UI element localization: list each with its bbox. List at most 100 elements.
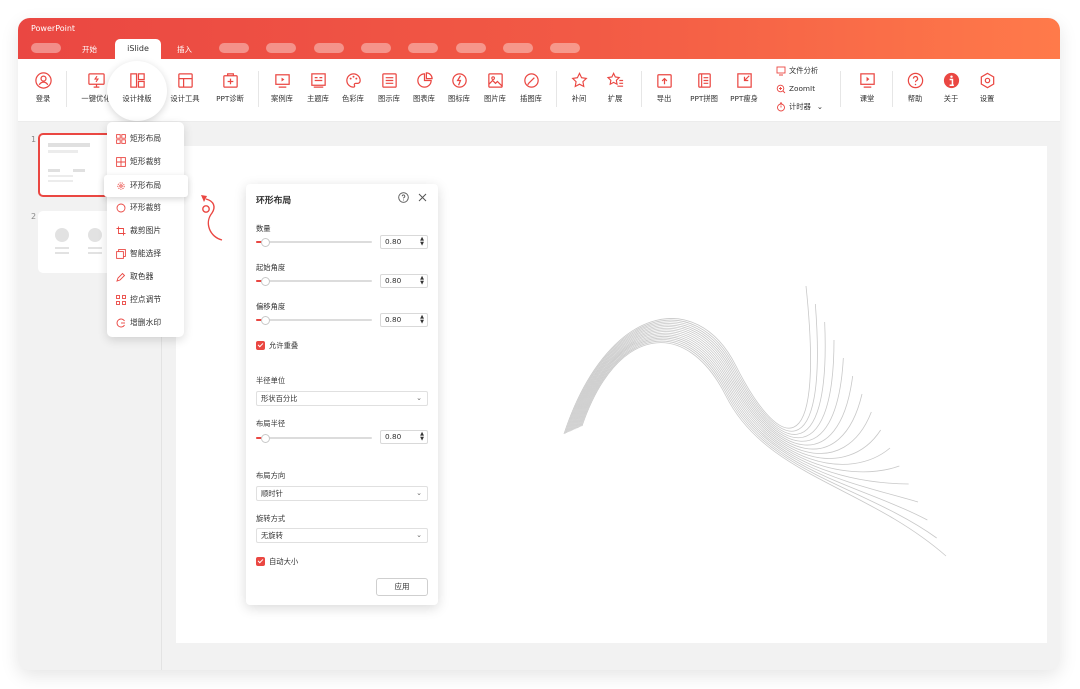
- tab-islide[interactable]: iSlide: [115, 39, 161, 59]
- chevron-down-icon: ⌄: [416, 531, 422, 539]
- user-icon: [34, 72, 52, 89]
- menu-item-smart-select[interactable]: 智能选择: [107, 243, 184, 265]
- diagram-icon: [381, 73, 397, 88]
- zoomit-button[interactable]: ZoomIt: [776, 84, 815, 94]
- menu-item-ring-layout[interactable]: 环形布局: [104, 175, 188, 197]
- bolt-circle-icon: [451, 73, 467, 88]
- slide-thumbnail-1[interactable]: [38, 133, 112, 197]
- stepper-icon[interactable]: ▲ ▼: [420, 432, 424, 442]
- offset-angle-value: 0.80: [385, 315, 402, 324]
- classroom-button[interactable]: 课堂: [846, 67, 888, 117]
- tab-placeholder-4[interactable]: [361, 43, 391, 53]
- start-angle-slider[interactable]: [256, 276, 372, 286]
- menu-item-label: 智能选择: [130, 249, 162, 258]
- rotation-value: 无旋转: [261, 531, 283, 540]
- eyedropper-icon: [116, 272, 126, 282]
- illustration-library-button[interactable]: 插图库: [510, 67, 552, 117]
- tab-file[interactable]: [31, 43, 61, 53]
- radius-unit-value: 形状百分比: [261, 394, 298, 403]
- menu-item-rect-crop[interactable]: 矩形裁剪: [107, 151, 184, 173]
- ppt-merge-button[interactable]: PPT拼图: [683, 67, 725, 117]
- direction-value: 顺时针: [261, 489, 283, 498]
- wave-line: [581, 342, 947, 557]
- layout-radius-input[interactable]: 0.80 ▲ ▼: [380, 430, 428, 444]
- count-slider-knob[interactable]: [260, 237, 270, 247]
- chevron-down-icon[interactable]: ⌄: [817, 102, 823, 111]
- offset-angle-slider-knob[interactable]: [260, 315, 270, 325]
- radius-unit-select[interactable]: 形状百分比 ⌄: [256, 391, 428, 406]
- menu-item-eyedropper[interactable]: 取色器: [107, 266, 184, 288]
- export-button[interactable]: 导出: [643, 67, 685, 117]
- wave-line: [579, 339, 928, 521]
- theme-icon: [310, 73, 326, 88]
- illustration-library-label: 插图库: [520, 94, 542, 103]
- tab-placeholder-2[interactable]: [266, 43, 296, 53]
- tab-placeholder-7[interactable]: [503, 43, 533, 53]
- brush-icon: [523, 73, 539, 88]
- menu-item-watermark[interactable]: 增删水印: [107, 312, 184, 334]
- ppt-slim-button[interactable]: PPT瘦身: [723, 67, 765, 117]
- menu-item-rect-layout[interactable]: 矩形布局: [107, 128, 184, 150]
- help-icon[interactable]: [398, 192, 409, 203]
- help-icon: [907, 72, 923, 89]
- checkbox-checked-icon[interactable]: [256, 557, 265, 566]
- tab-placeholder-1[interactable]: [219, 43, 249, 53]
- start-angle-input[interactable]: 0.80 ▲ ▼: [380, 274, 428, 288]
- stepper-icon[interactable]: ▲ ▼: [420, 315, 424, 325]
- divider: [641, 71, 642, 107]
- design-layout-button[interactable]: 设计排版: [116, 67, 158, 117]
- tab-home[interactable]: 开始: [82, 44, 97, 55]
- apply-button[interactable]: 应用: [376, 578, 428, 596]
- menu-item-control-points[interactable]: 控点调节: [107, 289, 184, 311]
- settings-button[interactable]: 设置: [966, 67, 1008, 117]
- layout-radius-slider[interactable]: [256, 433, 372, 443]
- start-angle-slider-knob[interactable]: [260, 276, 270, 286]
- pie-chart-icon: [416, 72, 433, 88]
- menu-item-label: 增删水印: [130, 318, 162, 327]
- export-icon: [656, 74, 672, 88]
- offset-angle-slider[interactable]: [256, 315, 372, 325]
- close-icon[interactable]: [418, 193, 427, 202]
- menu-item-crop-image[interactable]: 裁剪图片: [107, 220, 184, 242]
- file-analysis-button[interactable]: 文件分析: [776, 66, 818, 76]
- allow-overlap-checkbox[interactable]: 允许重叠: [256, 341, 298, 350]
- ppt-diagnosis-button[interactable]: PPT诊断: [209, 67, 251, 117]
- ring-layout-panel: 环形布局 数量 0.80 ▲ ▼ 起始角度 0.80 ▲ ▼ 偏移角度 0.80 ▲ ▼ 允…: [246, 184, 438, 605]
- start-angle-label: 起始角度: [256, 263, 286, 272]
- rotation-select[interactable]: 无旋转 ⌄: [256, 528, 428, 543]
- tab-insert[interactable]: 插入: [177, 44, 192, 55]
- star-icon: [570, 72, 588, 88]
- count-input[interactable]: 0.80 ▲ ▼: [380, 235, 428, 249]
- tab-placeholder-6[interactable]: [456, 43, 486, 53]
- stepper-icon[interactable]: ▲ ▼: [420, 276, 424, 286]
- count-slider[interactable]: [256, 237, 372, 247]
- file-analysis-label: 文件分析: [789, 66, 819, 75]
- direction-select[interactable]: 顺时针 ⌄: [256, 486, 428, 501]
- wave-line: [580, 340, 937, 539]
- app-title: PowerPoint: [31, 24, 76, 33]
- login-button[interactable]: 登录: [22, 67, 64, 117]
- expand-button[interactable]: 扩展: [594, 67, 636, 117]
- timer-button[interactable]: 计时器 ⌄: [776, 102, 823, 112]
- zoomit-label: ZoomIt: [789, 84, 816, 93]
- stopwatch-icon: [777, 102, 785, 112]
- divider: [892, 71, 893, 107]
- layout-radius-label: 布局半径: [256, 419, 286, 428]
- tab-placeholder-3[interactable]: [314, 43, 344, 53]
- ppt-merge-label: PPT拼图: [690, 94, 718, 103]
- classroom-label: 课堂: [859, 94, 875, 103]
- wave-line: [576, 336, 909, 485]
- merge-icon: [697, 73, 711, 88]
- layout-radius-slider-knob[interactable]: [260, 433, 270, 443]
- slide-thumbnail-2[interactable]: [38, 211, 112, 273]
- auto-size-checkbox[interactable]: 自动大小: [256, 557, 298, 566]
- offset-angle-input[interactable]: 0.80 ▲ ▼: [380, 313, 428, 327]
- slide-number: 2: [31, 212, 37, 221]
- tab-placeholder-5[interactable]: [408, 43, 438, 53]
- menu-item-label: 矩形布局: [130, 134, 162, 143]
- stepper-icon[interactable]: ▲ ▼: [420, 237, 424, 247]
- tab-placeholder-8[interactable]: [550, 43, 580, 53]
- checkbox-checked-icon[interactable]: [256, 341, 265, 350]
- menu-item-ring-crop[interactable]: 环形裁剪: [107, 197, 184, 219]
- design-tools-button[interactable]: 设计工具: [164, 67, 206, 117]
